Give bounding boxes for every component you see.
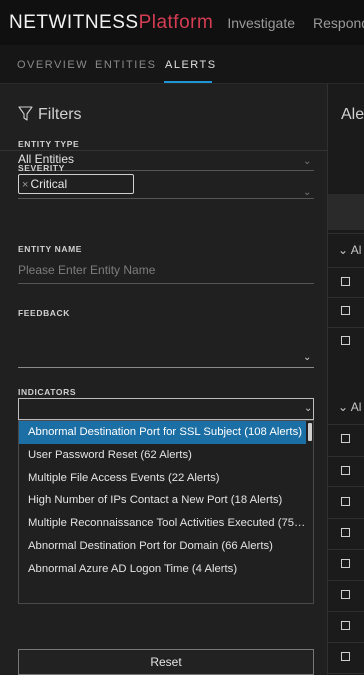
- tab-overview[interactable]: OVERVIEW: [17, 59, 88, 71]
- dropdown-scrollbar[interactable]: [308, 423, 312, 441]
- remove-chip-icon[interactable]: ×: [22, 179, 28, 191]
- filters-title: Filters: [38, 106, 82, 123]
- dropdown-option[interactable]: Multiple Reconnaissance Tool Activities …: [19, 512, 306, 535]
- nav-investigate[interactable]: Investigate: [227, 15, 295, 31]
- sub-tabs: OVERVIEW ENTITIES ALERTS: [0, 45, 364, 84]
- chevron-down-icon: ⌄: [338, 243, 349, 257]
- table-row: [328, 267, 364, 268]
- table-row: [328, 327, 364, 328]
- row-checkbox[interactable]: [341, 306, 350, 315]
- active-tab-indicator: [164, 81, 212, 83]
- dropdown-option[interactable]: User Password Reset (62 Alerts): [19, 444, 306, 467]
- top-header: NETWITNESSPlatform Investigate Respond: [0, 0, 364, 45]
- table-row: [328, 233, 364, 234]
- entity-name-label: ENTITY NAME: [18, 244, 83, 254]
- severity-chip-label: Critical: [30, 177, 68, 191]
- row-checkbox[interactable]: [341, 434, 350, 443]
- brand-secondary: Platform: [138, 11, 214, 33]
- table-row: [328, 580, 364, 581]
- entity-name-input[interactable]: Please Enter Entity Name: [18, 263, 155, 277]
- table-row: [328, 673, 364, 674]
- brand-name[interactable]: NETWITNESSPlatform: [9, 12, 213, 34]
- tab-alerts[interactable]: ALERTS: [165, 59, 217, 71]
- nav-respond[interactable]: Respond: [313, 15, 364, 31]
- dropdown-option[interactable]: Abnormal Destination Port for Domain (66…: [19, 535, 306, 558]
- table-row: [328, 456, 364, 457]
- group-row[interactable]: ⌄ Al: [338, 243, 361, 257]
- indicators-dropdown: Abnormal Destination Port for SSL Subjec…: [18, 420, 314, 604]
- filter-icon: [18, 106, 33, 121]
- group-label: Al: [350, 243, 362, 257]
- group-row[interactable]: ⌄ Al: [338, 400, 361, 414]
- row-checkbox[interactable]: [341, 621, 350, 630]
- table-row: [328, 642, 364, 643]
- reset-button[interactable]: Reset: [18, 649, 314, 675]
- chevron-down-icon[interactable]: ⌄: [303, 352, 311, 363]
- table-row: [328, 518, 364, 519]
- group-label: Al: [350, 400, 362, 414]
- chevron-down-icon: ⌄: [338, 400, 349, 414]
- tab-entities[interactable]: ENTITIES: [95, 59, 157, 71]
- severity-label: SEVERITY: [18, 163, 65, 173]
- table-row: [328, 297, 364, 298]
- row-checkbox[interactable]: [341, 336, 350, 345]
- row-checkbox[interactable]: [341, 559, 350, 568]
- alerts-panel: Alerts ⌄ Al ⌄ Al: [328, 84, 364, 675]
- entity-type-label: ENTITY TYPE: [18, 139, 80, 149]
- table-row: [328, 424, 364, 425]
- row-checkbox[interactable]: [341, 528, 350, 537]
- row-checkbox[interactable]: [341, 590, 350, 599]
- row-checkbox[interactable]: [341, 497, 350, 506]
- row-checkbox[interactable]: [341, 652, 350, 661]
- feedback-underline: [18, 367, 314, 368]
- table-row: [328, 486, 364, 487]
- severity-chip-critical[interactable]: × Critical: [18, 174, 134, 194]
- feedback-label: FEEDBACK: [18, 308, 71, 318]
- alerts-title: Alerts: [341, 106, 364, 123]
- severity-underline: [18, 198, 314, 199]
- dropdown-option[interactable]: High Number of IPs Contact a New Port (1…: [19, 489, 306, 512]
- entity-name-underline: [18, 283, 314, 284]
- table-row: [328, 549, 364, 550]
- dropdown-option[interactable]: Abnormal Azure AD Logon Time (4 Alerts): [19, 558, 306, 581]
- row-checkbox[interactable]: [341, 466, 350, 475]
- table-header: [328, 194, 364, 230]
- indicators-label: INDICATORS: [18, 387, 77, 397]
- chevron-down-icon[interactable]: ⌄: [303, 156, 311, 167]
- indicators-select[interactable]: ⌄: [18, 398, 314, 420]
- chevron-down-icon[interactable]: ⌄: [304, 403, 312, 414]
- brand-primary: NETWITNESS: [9, 11, 139, 33]
- row-checkbox[interactable]: [341, 277, 350, 286]
- dropdown-option[interactable]: Multiple File Access Events (22 Alerts): [19, 467, 306, 490]
- chevron-down-icon[interactable]: ⌄: [303, 187, 311, 198]
- table-row: [328, 611, 364, 612]
- dropdown-option[interactable]: Abnormal Destination Port for SSL Subjec…: [19, 421, 306, 444]
